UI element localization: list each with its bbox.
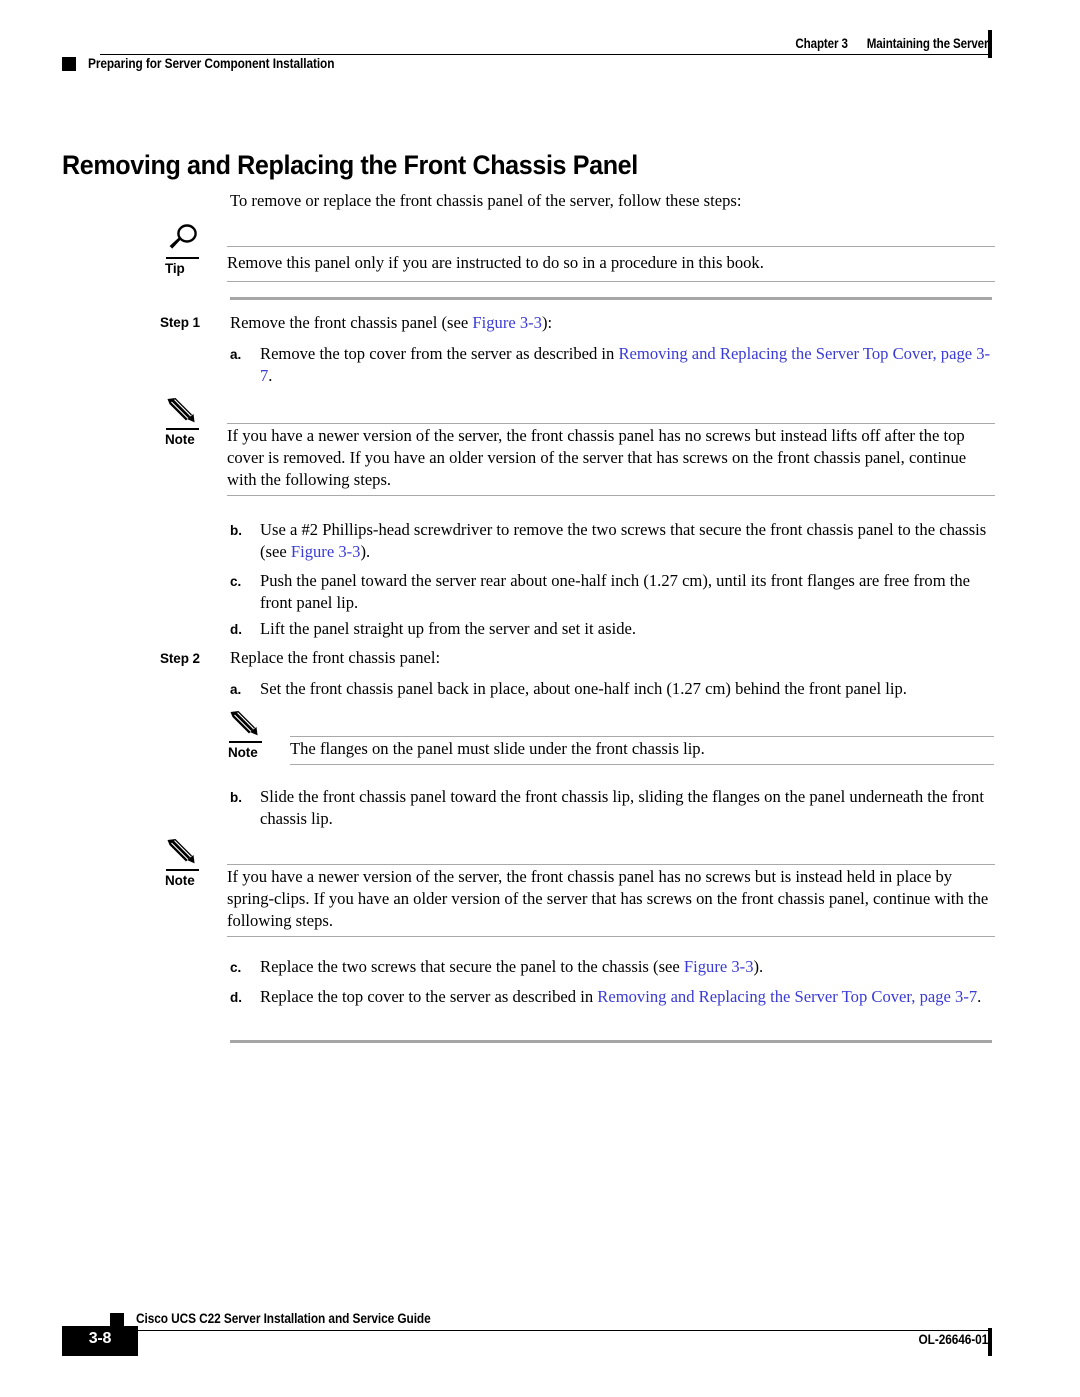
footer-document-id: OL-26646-01 bbox=[918, 1332, 988, 1347]
header-divider bbox=[100, 54, 992, 55]
substep-2c-marker: c. bbox=[230, 960, 242, 975]
note-3-text: If you have a newer version of the serve… bbox=[227, 867, 989, 930]
substep-1a-marker: a. bbox=[230, 347, 242, 362]
note-2-rule-bottom bbox=[290, 764, 994, 765]
note-1-label: Note bbox=[165, 432, 195, 447]
substep-2c-text-pre: Replace the two screws that secure the p… bbox=[260, 957, 684, 976]
header-end-marker bbox=[988, 30, 992, 58]
header-chapter-number: Chapter 3 bbox=[795, 36, 848, 51]
substep-2a-text: Set the front chassis panel back in plac… bbox=[260, 679, 907, 698]
tip-rule-top bbox=[227, 246, 995, 247]
tip-label: Tip bbox=[165, 261, 185, 276]
footer-bullet-icon bbox=[110, 1313, 124, 1327]
intro-paragraph: To remove or replace the front chassis p… bbox=[230, 191, 742, 210]
note-1-icon-underline bbox=[166, 428, 199, 430]
step-1-label: Step 1 bbox=[160, 315, 200, 330]
header-chapter-info: Chapter 3 Maintaining the Server bbox=[795, 36, 988, 51]
pencil-icon bbox=[165, 838, 207, 872]
substep-2b-marker: b. bbox=[230, 790, 242, 805]
note-2-label: Note bbox=[228, 745, 258, 760]
note-3-rule-bottom bbox=[227, 936, 995, 937]
step-section-rule-top bbox=[230, 297, 992, 300]
substep-2d-text-post: . bbox=[977, 987, 982, 1006]
substep-2c-text-post: ). bbox=[753, 957, 764, 976]
substep-1a-text-pre: Remove the top cover from the server as … bbox=[260, 344, 619, 363]
tip-rule-bottom bbox=[227, 281, 995, 282]
step-2-label: Step 2 bbox=[160, 651, 200, 666]
step-1-figure-link[interactable]: Figure 3-3 bbox=[472, 313, 542, 332]
substep-1c-marker: c. bbox=[230, 574, 242, 589]
page-title: Removing and Replacing the Front Chassis… bbox=[62, 150, 638, 181]
substep-1b-text: Use a #2 Phillips-head screwdriver to re… bbox=[260, 519, 992, 563]
substep-2d-text-pre: Replace the top cover to the server as d… bbox=[260, 987, 598, 1006]
substep-1b-text-post: ). bbox=[360, 542, 371, 561]
header-bullet-icon bbox=[62, 57, 76, 71]
note-1-text: If you have a newer version of the serve… bbox=[227, 426, 967, 489]
note-1-rule-bottom bbox=[227, 495, 995, 496]
footer-end-marker bbox=[988, 1328, 992, 1356]
pencil-icon bbox=[165, 397, 207, 431]
substep-1c-text: Push the panel toward the server rear ab… bbox=[260, 571, 971, 612]
substep-2a-marker: a. bbox=[230, 682, 242, 697]
step-1-text: Remove the front chassis panel (see Figu… bbox=[230, 312, 992, 334]
note-3-rule-top bbox=[227, 864, 995, 865]
substep-1b-figure-link[interactable]: Figure 3-3 bbox=[291, 542, 361, 561]
substep-2d-crossref-link[interactable]: Removing and Replacing the Server Top Co… bbox=[597, 987, 977, 1006]
substep-1b-marker: b. bbox=[230, 523, 242, 538]
tip-icon-underline bbox=[166, 257, 199, 259]
step-section-rule-bottom bbox=[230, 1040, 992, 1043]
substep-1a-text: Remove the top cover from the server as … bbox=[260, 343, 992, 387]
substep-1d-marker: d. bbox=[230, 622, 242, 637]
step-2-text: Replace the front chassis panel: bbox=[230, 648, 441, 667]
substep-2d-marker: d. bbox=[230, 990, 242, 1005]
header-running-head: Preparing for Server Component Installat… bbox=[88, 56, 335, 71]
note-1-rule-top bbox=[227, 423, 995, 424]
substep-2b-text: Slide the front chassis panel toward the… bbox=[260, 787, 984, 828]
pencil-icon bbox=[228, 710, 270, 744]
magnifier-icon bbox=[165, 224, 207, 258]
substep-2c-text: Replace the two screws that secure the p… bbox=[260, 956, 992, 978]
page-header: Chapter 3 Maintaining the Server Preparin… bbox=[0, 0, 1080, 100]
step-1-text-post: ): bbox=[541, 313, 553, 332]
header-chapter-title: Maintaining the Server bbox=[866, 36, 988, 51]
substep-1d-text: Lift the panel straight up from the serv… bbox=[260, 619, 637, 638]
document-page: Chapter 3 Maintaining the Server Preparin… bbox=[0, 0, 1080, 1397]
substep-1a-text-post: . bbox=[268, 366, 273, 385]
step-1-text-pre: Remove the front chassis panel (see bbox=[230, 313, 473, 332]
tip-text: Remove this panel only if you are instru… bbox=[227, 253, 764, 272]
substep-2c-figure-link[interactable]: Figure 3-3 bbox=[684, 957, 754, 976]
note-3-icon-underline bbox=[166, 869, 199, 871]
note-2-rule-top bbox=[290, 736, 994, 737]
substep-2d-text: Replace the top cover to the server as d… bbox=[260, 986, 992, 1008]
note-2-text: The flanges on the panel must slide unde… bbox=[290, 739, 705, 758]
note-2-icon-underline bbox=[229, 741, 262, 743]
footer-guide-title: Cisco UCS C22 Server Installation and Se… bbox=[136, 1311, 431, 1326]
footer-page-number: 3-8 bbox=[88, 1330, 112, 1347]
footer-divider bbox=[124, 1330, 992, 1331]
note-3-label: Note bbox=[165, 873, 195, 888]
